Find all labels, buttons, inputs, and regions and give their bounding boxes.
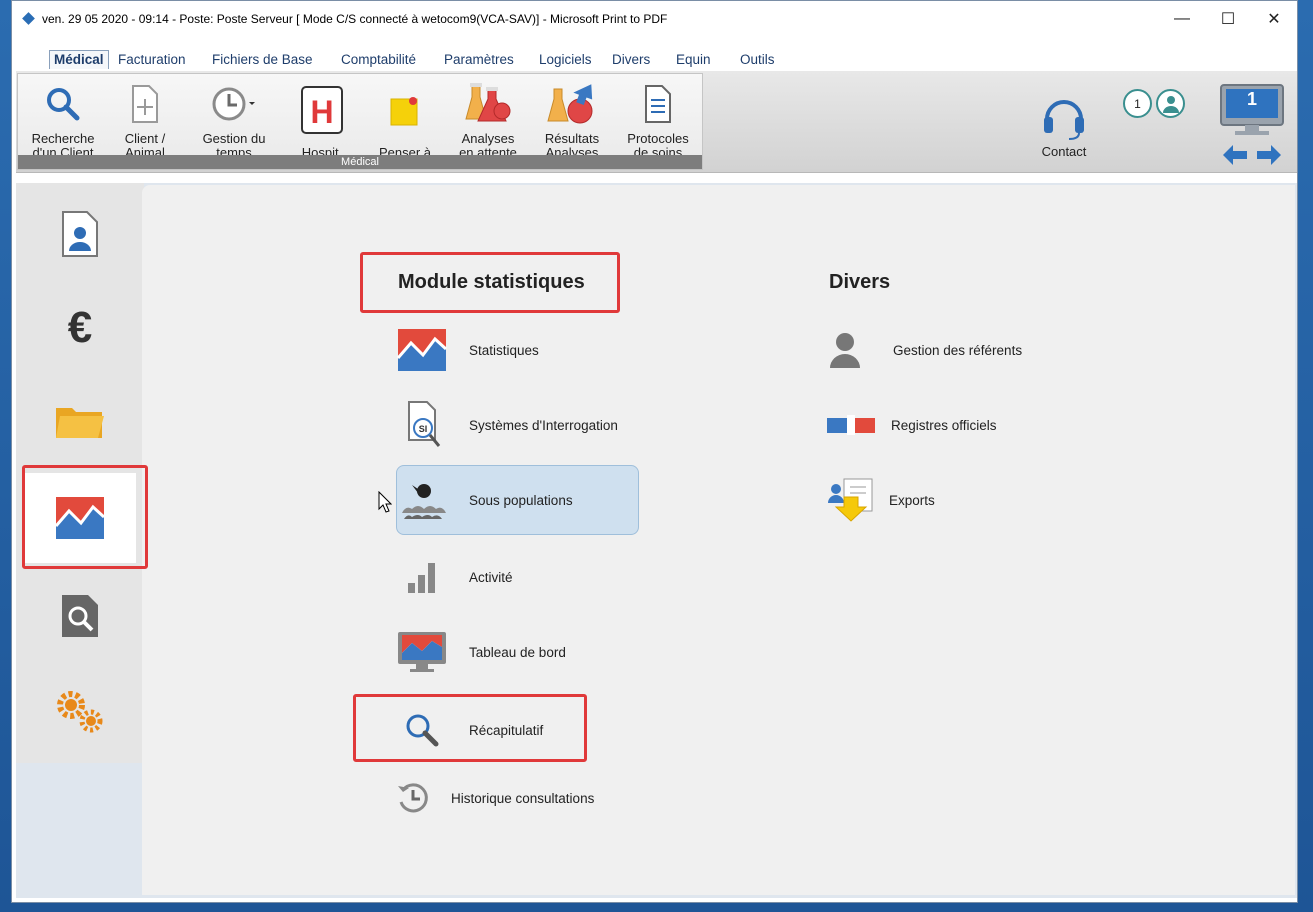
ribbon-group-medical: Recherche d'un Client Client / Animal Ge…	[17, 73, 703, 170]
pending-analyses-button[interactable]: Analyses en attente	[450, 80, 526, 160]
annotation-box-sidebar-stats	[22, 465, 148, 569]
chart-icon	[392, 325, 452, 375]
bar-chart-icon	[392, 552, 452, 602]
user-silhouette-icon	[825, 325, 865, 375]
screen-switcher[interactable]: 1	[1219, 83, 1285, 180]
analysis-results-button[interactable]: Résultats Analyses	[536, 80, 608, 160]
sous-populations-item[interactable]: Sous populations	[392, 475, 573, 525]
gears-icon	[57, 691, 103, 733]
sidebar-item-billing[interactable]: €	[24, 283, 136, 373]
app-window: ven. 29 05 2020 - 09:14 - Poste: Poste S…	[11, 0, 1298, 903]
history-icon	[392, 773, 434, 823]
user-badges[interactable]: 1	[1123, 89, 1185, 118]
sidebar-item-settings[interactable]	[24, 667, 136, 757]
tab-logiciels[interactable]: Logiciels	[539, 52, 592, 67]
menu-bar: Médical Facturation Fichiers de Base Com…	[12, 37, 1297, 71]
animals-population-icon	[392, 475, 452, 525]
ribbon-group-label: Médical	[18, 155, 702, 169]
doctor-avatar-icon[interactable]	[1156, 89, 1185, 118]
query-document-icon: SI	[392, 400, 452, 450]
annotation-box-recapitulatif	[353, 694, 587, 762]
protocol-document-icon	[618, 80, 698, 128]
statistiques-item[interactable]: Statistiques	[392, 325, 539, 375]
ribbon-toolbar: Recherche d'un Client Client / Animal Ge…	[16, 71, 1297, 173]
title-bar[interactable]: ven. 29 05 2020 - 09:14 - Poste: Poste S…	[12, 1, 1297, 37]
window-title: ven. 29 05 2020 - 09:14 - Poste: Poste S…	[42, 12, 668, 26]
svg-text:SI: SI	[419, 424, 428, 434]
activite-item[interactable]: Activité	[392, 552, 513, 602]
sticky-note-icon	[370, 80, 440, 142]
export-icon	[825, 475, 877, 525]
sidebar-item-files[interactable]	[24, 377, 136, 467]
tab-comptabilite[interactable]: Comptabilité	[341, 52, 416, 67]
tab-fichiers-de-base[interactable]: Fichiers de Base	[212, 52, 313, 67]
historique-consultations-item[interactable]: Historique consultations	[392, 773, 594, 823]
divers-section-title: Divers	[829, 271, 891, 293]
app-logo-icon	[22, 12, 36, 26]
contact-button[interactable]: Contact	[1041, 91, 1087, 159]
maximize-button[interactable]: ☐	[1205, 1, 1251, 37]
content-area: € Module statistiques Divers Statistique…	[16, 183, 1297, 898]
dashboard-monitor-icon	[392, 627, 452, 677]
document-search-icon	[62, 595, 98, 637]
tab-medical[interactable]: Médical	[49, 50, 109, 69]
hospital-icon: H	[290, 80, 354, 142]
registres-officiels-item[interactable]: Registres officiels	[825, 400, 997, 450]
tab-divers[interactable]: Divers	[612, 52, 650, 67]
close-button[interactable]: ✕	[1251, 1, 1297, 37]
tab-outils[interactable]: Outils	[740, 52, 775, 67]
search-client-button[interactable]: Recherche d'un Client	[23, 80, 103, 160]
euro-icon: €	[67, 303, 93, 352]
tab-equin[interactable]: Equin	[676, 52, 711, 67]
patient-card-icon	[62, 211, 98, 257]
tableau-de-bord-item[interactable]: Tableau de bord	[392, 627, 566, 677]
notification-count-badge[interactable]: 1	[1123, 89, 1152, 118]
gestion-referents-item[interactable]: Gestion des référents	[825, 325, 1022, 375]
official-register-icon	[825, 400, 877, 450]
time-management-button[interactable]: Gestion du temps	[190, 80, 278, 160]
systemes-interrogation-item[interactable]: SI Systèmes d'Interrogation	[392, 400, 618, 450]
screen-number: 1	[1246, 89, 1257, 109]
folder-icon	[56, 408, 104, 438]
annotation-box-stats-title	[360, 252, 620, 313]
lab-results-icon	[536, 80, 608, 128]
clock-icon	[190, 80, 278, 128]
client-animal-button[interactable]: Client / Animal	[110, 80, 180, 160]
care-protocols-button[interactable]: Protocoles de soins	[618, 80, 698, 160]
sidebar-item-search[interactable]	[24, 571, 136, 661]
tab-parametres[interactable]: Paramètres	[444, 52, 514, 67]
new-document-icon	[110, 80, 180, 128]
minimize-button[interactable]: —	[1159, 1, 1205, 37]
tab-facturation[interactable]: Facturation	[118, 52, 186, 67]
main-panel: Module statistiques Divers Statistiques …	[142, 185, 1295, 895]
exports-item[interactable]: Exports	[825, 475, 935, 525]
search-icon	[23, 80, 103, 128]
mouse-cursor	[378, 490, 393, 518]
svg-text:H: H	[310, 94, 333, 130]
sidebar-item-patient[interactable]	[24, 189, 136, 279]
headset-icon	[1041, 91, 1087, 144]
hospit-button[interactable]: H Hospit.	[290, 80, 354, 160]
penser-a-button[interactable]: Penser à	[370, 80, 440, 160]
lab-flasks-icon	[450, 80, 526, 128]
